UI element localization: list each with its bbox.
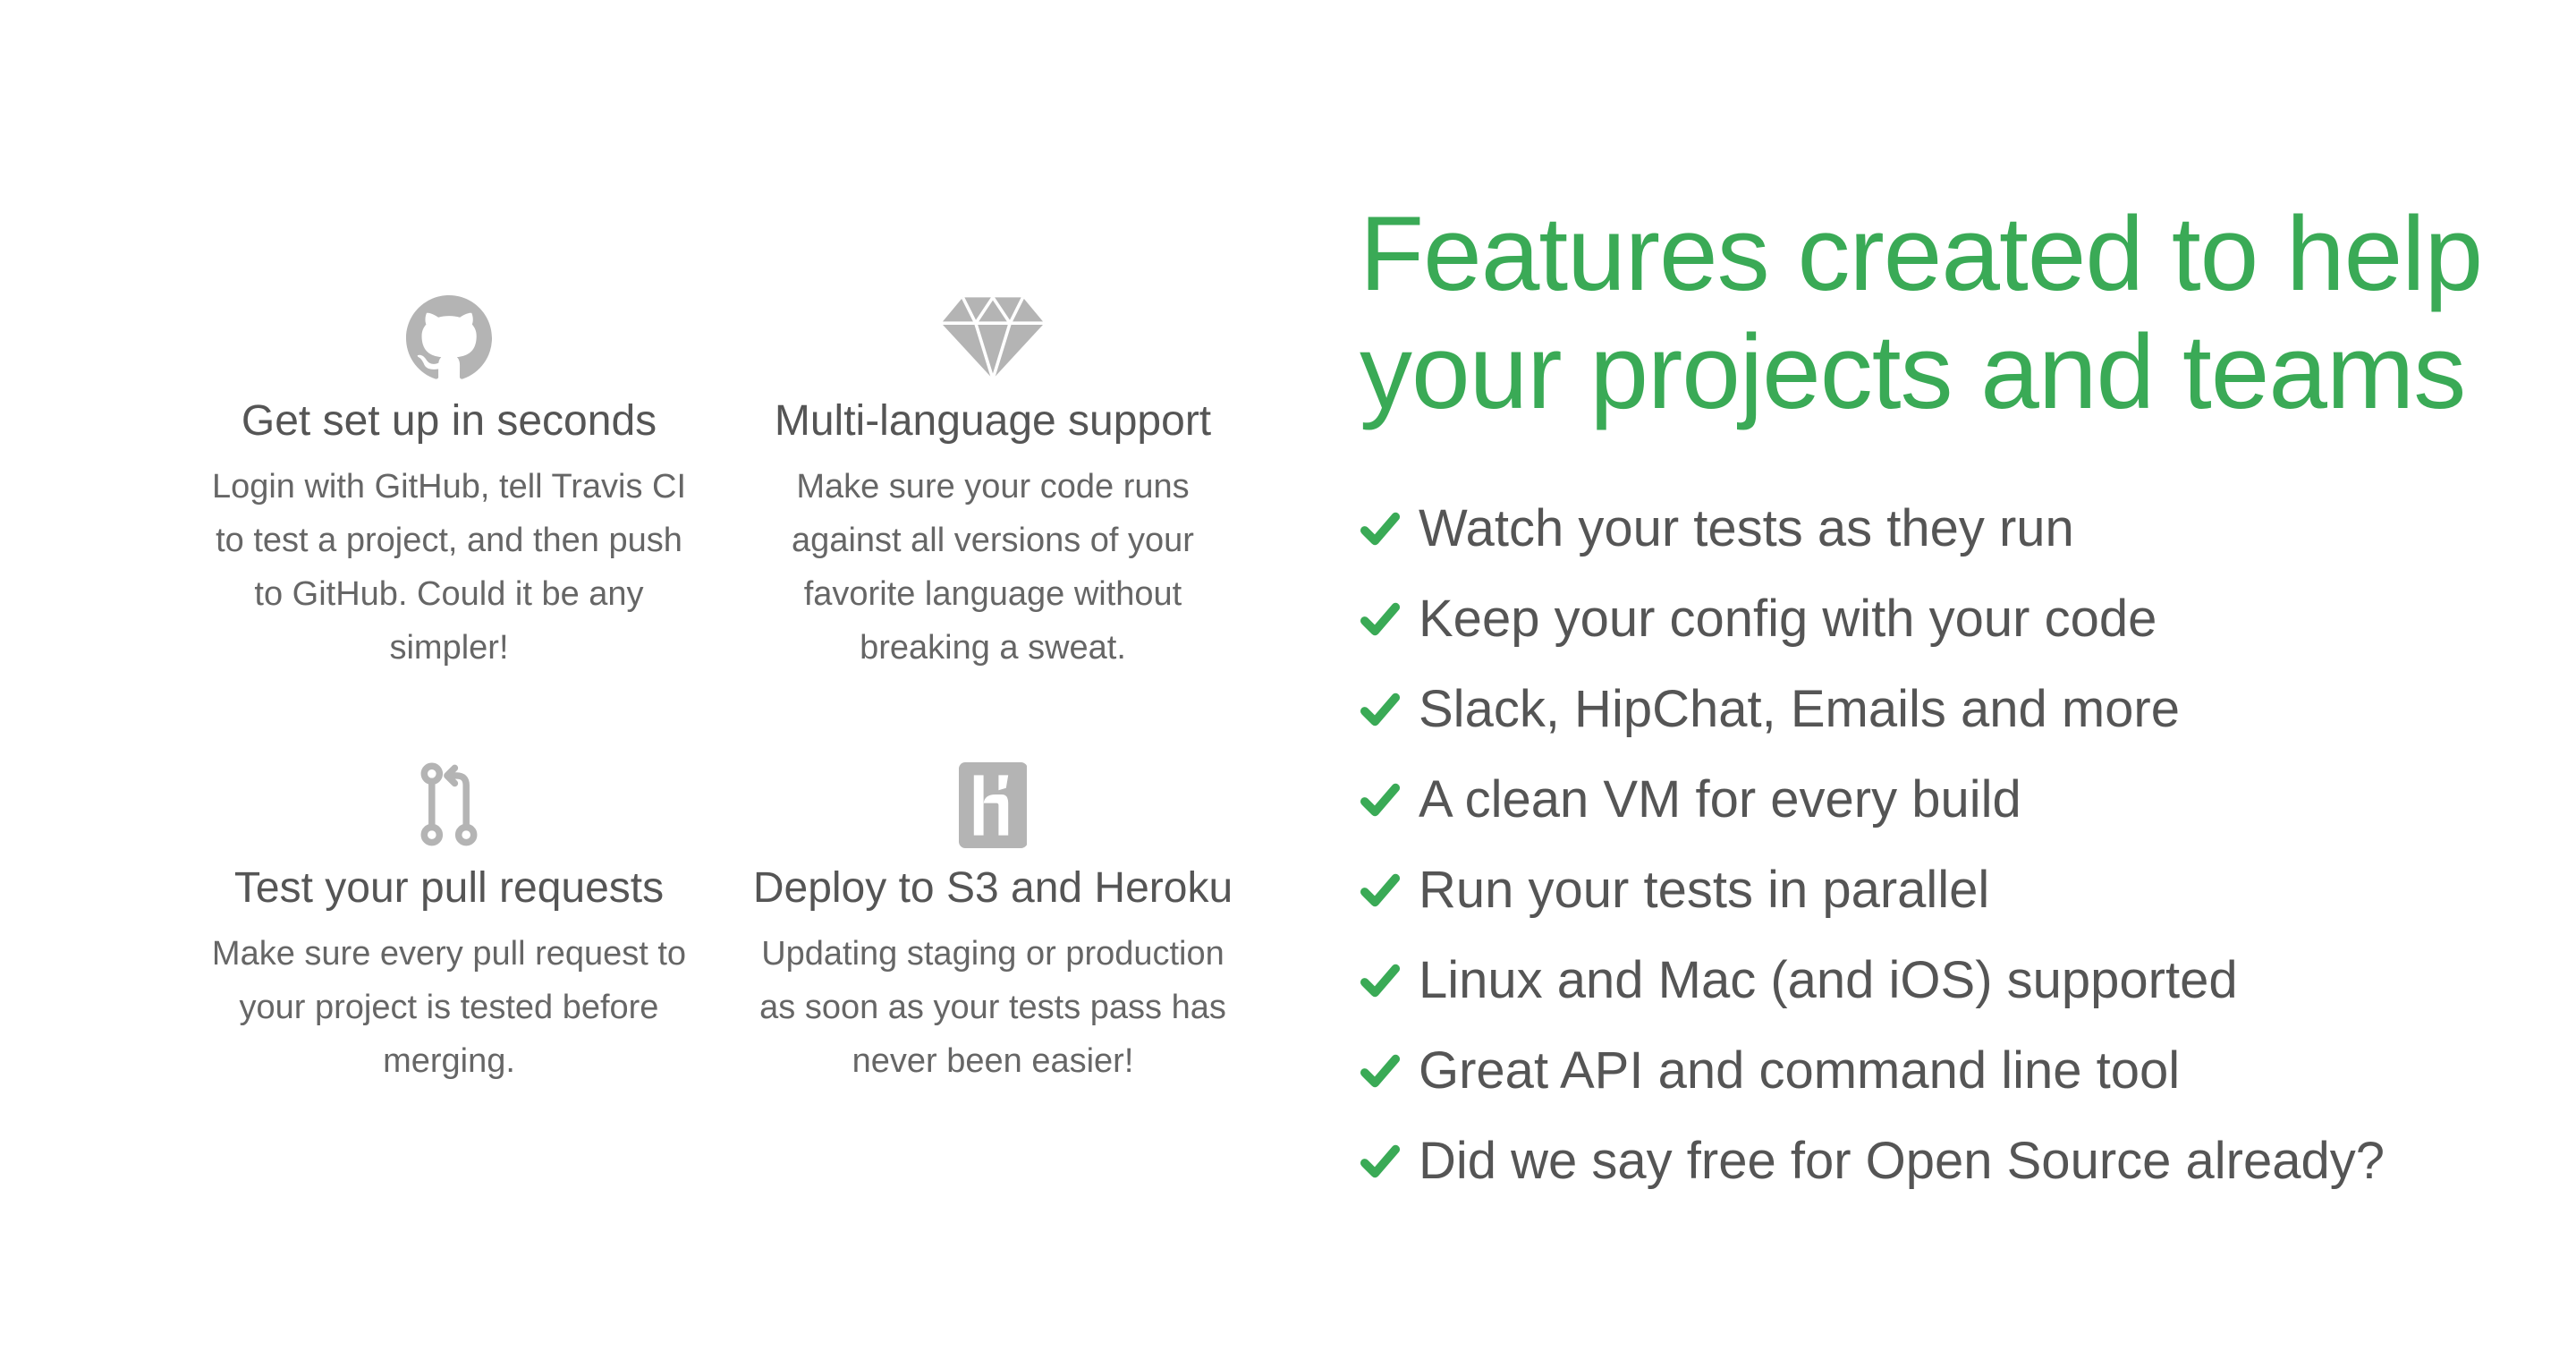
github-icon [199,295,699,381]
feature-title: Deploy to S3 and Heroku [752,864,1233,912]
list-item-label: A clean VM for every build [1419,770,2021,828]
list-item-label: Great API and command line tool [1419,1041,2181,1100]
feature-title: Test your pull requests [233,864,665,912]
pull-request-icon [199,762,699,848]
diamond-icon [742,295,1243,381]
heroku-icon [742,762,1243,848]
feature-title: Multi-language support [774,397,1212,445]
list-item: Keep your config with your code [1360,574,2385,664]
list-item: Did we say free for Open Source already? [1360,1116,2385,1206]
check-icon [1360,508,1401,549]
list-item-label: Slack, HipChat, Emails and more [1419,680,2180,738]
feature-card-deploy: Deploy to S3 and Heroku Updating staging… [742,762,1243,1088]
check-icon [1360,960,1401,1001]
list-item-label: Keep your config with your code [1419,590,2157,648]
check-icon [1360,689,1401,730]
list-item: Run your tests in parallel [1360,845,2385,935]
headline-line-1: Features created to help [1360,195,2483,313]
feature-card-setup: Get set up in seconds Login with GitHub,… [199,295,699,675]
list-item: Slack, HipChat, Emails and more [1360,664,2385,754]
check-icon [1360,599,1401,640]
check-icon [1360,1050,1401,1092]
feature-card-multi-language: Multi-language support Make sure your co… [742,295,1243,675]
feature-description: Updating staging or production as soon a… [759,935,1226,1080]
headline-line-2: your projects and teams [1360,313,2466,431]
list-item-label: Did we say free for Open Source already? [1419,1132,2385,1190]
check-icon [1360,779,1401,820]
feature-card-pull-requests: Test your pull requests Make sure every … [199,762,699,1088]
check-icon [1360,1141,1401,1182]
list-item-label: Watch your tests as they run [1419,499,2074,557]
list-item-label: Linux and Mac (and iOS) supported [1419,951,2238,1009]
list-item: Watch your tests as they run [1360,483,2385,574]
feature-description: Login with GitHub, tell Travis CI to tes… [211,468,687,667]
list-item: A clean VM for every build [1360,754,2385,845]
list-item-label: Run your tests in parallel [1419,861,1990,919]
feature-description: Make sure your code runs against all ver… [792,468,1194,667]
list-item: Linux and Mac (and iOS) supported [1360,935,2385,1025]
features-headline: Features created to help your projects a… [1360,195,2522,431]
feature-checklist: Watch your tests as they run Keep your c… [1360,483,2385,1206]
list-item: Great API and command line tool [1360,1025,2385,1116]
check-icon [1360,870,1401,911]
feature-description: Make sure every pull request to your pro… [211,935,687,1080]
feature-title: Get set up in seconds [241,397,657,445]
